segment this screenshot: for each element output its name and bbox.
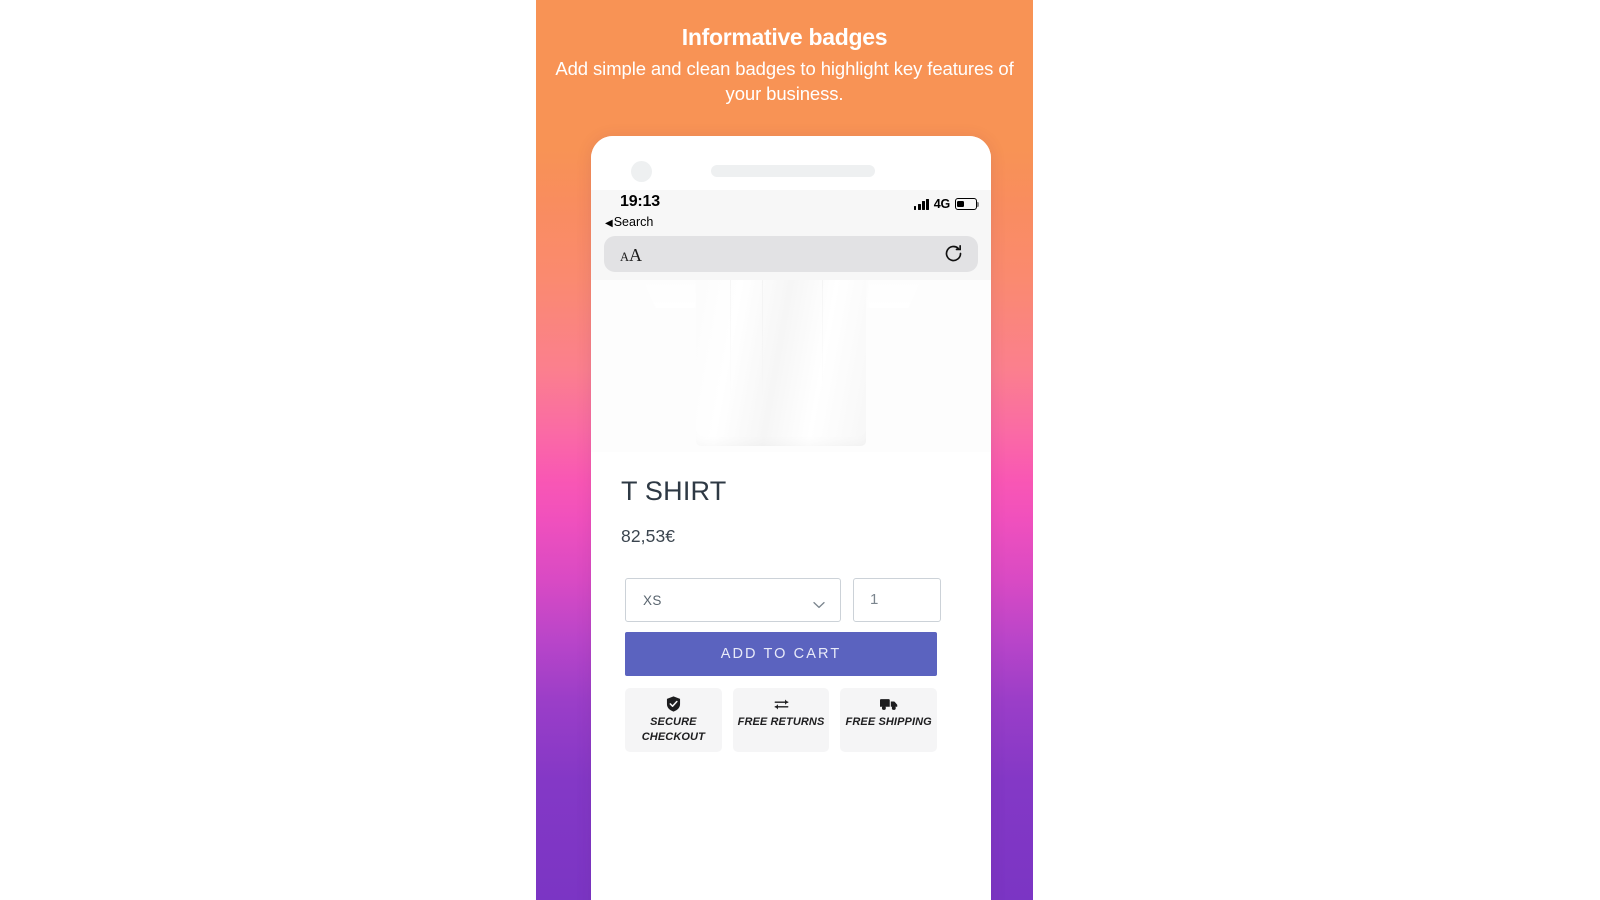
- exchange-arrows-icon: [736, 696, 827, 712]
- size-select[interactable]: XS: [625, 578, 841, 622]
- reload-icon[interactable]: [943, 243, 964, 264]
- tshirt-left-sleeve: [623, 280, 701, 308]
- back-label: Search: [613, 215, 654, 229]
- earpiece-speaker: [711, 165, 875, 177]
- page-subtitle: Add simple and clean badges to highlight…: [555, 58, 1014, 104]
- product-image[interactable]: [591, 280, 991, 452]
- ios-status-bar: 19:13 ◀Search 4G: [591, 190, 991, 235]
- badge-free-returns[interactable]: FREE RETURNS: [732, 688, 830, 752]
- status-time: 19:13: [620, 193, 660, 210]
- phone-mockup: 19:13 ◀Search 4G AA T SHIRT 82,53€ XS 1 …: [591, 136, 991, 900]
- page-title: Informative badges: [681, 24, 888, 50]
- delivery-truck-icon: [843, 696, 934, 712]
- browser-toolbar: AA: [591, 235, 991, 280]
- back-triangle-icon: ◀: [605, 218, 613, 229]
- badge-label: SECURE CHECKOUT: [641, 716, 705, 743]
- chevron-down-icon: [813, 596, 825, 609]
- promo-header: Informative badges Add simple and clean …: [536, 22, 1033, 106]
- product-price: 82,53€: [621, 526, 676, 546]
- screenshot-root: Informative badges Add simple and clean …: [0, 0, 1600, 900]
- badge-free-shipping[interactable]: FREE SHIPPING: [840, 688, 938, 752]
- tshirt-right-sleeve: [863, 280, 941, 308]
- webpage-viewport: T SHIRT 82,53€ XS 1 ADD TO CART SECURE C…: [591, 280, 991, 900]
- front-camera-icon: [631, 161, 652, 182]
- trust-badges: SECURE CHECKOUT FREE RETURNS FREE SHIPPI…: [625, 688, 938, 752]
- signal-bars-icon: [913, 198, 929, 210]
- badge-label: FREE RETURNS: [737, 716, 825, 728]
- network-label: 4G: [933, 197, 950, 211]
- badge-secure-checkout[interactable]: SECURE CHECKOUT: [625, 688, 722, 752]
- address-bar[interactable]: AA: [604, 236, 978, 272]
- quantity-input[interactable]: 1: [853, 578, 941, 622]
- quantity-value: 1: [870, 591, 879, 608]
- status-indicators: 4G: [913, 197, 980, 211]
- add-to-cart-button[interactable]: ADD TO CART: [625, 632, 937, 676]
- shield-check-icon: [628, 696, 719, 712]
- phone-bezel: [591, 136, 991, 190]
- back-to-search-link[interactable]: ◀Search: [605, 215, 653, 229]
- text-size-icon[interactable]: AA: [620, 245, 642, 266]
- product-title: T SHIRT: [621, 476, 727, 506]
- tshirt-body: [696, 280, 866, 446]
- battery-icon: [955, 198, 980, 210]
- variant-row: XS 1: [625, 578, 957, 622]
- promo-panel: Informative badges Add simple and clean …: [536, 0, 1033, 900]
- size-select-value: XS: [643, 593, 662, 608]
- badge-label: FREE SHIPPING: [845, 716, 932, 728]
